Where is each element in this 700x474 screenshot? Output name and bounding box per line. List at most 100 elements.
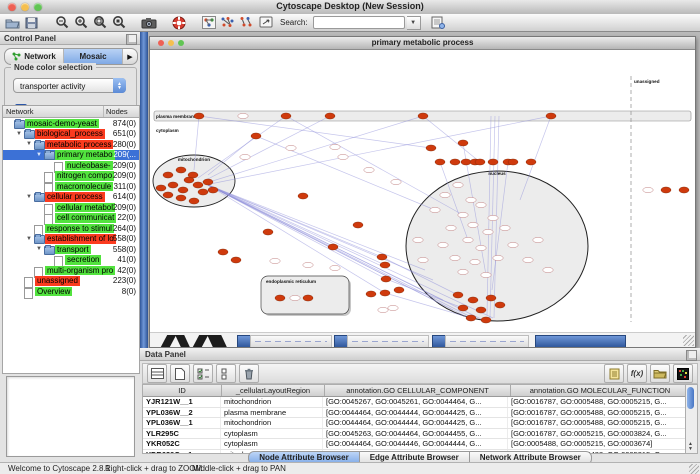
gene-node — [438, 242, 448, 247]
layout-2-button[interactable] — [238, 15, 255, 30]
attribute-browser-button[interactable] — [430, 15, 447, 30]
attribute-table: ID_cellularLayoutRegionannotation.GO CEL… — [142, 384, 689, 454]
minimized-window[interactable] — [250, 335, 332, 347]
tree-item[interactable]: nucleobase-209(0) — [3, 160, 139, 171]
gene-node — [238, 113, 248, 118]
save-button[interactable] — [23, 15, 40, 30]
expand-triangle-icon[interactable]: ▼ — [36, 246, 42, 253]
network-overview-button[interactable] — [200, 15, 217, 30]
tree-item[interactable]: ▼biological_process651(0) — [3, 129, 139, 140]
tree-item[interactable]: secretion41(0) — [3, 255, 139, 266]
expand-triangle-icon[interactable]: ▼ — [16, 131, 22, 138]
snapshot-button[interactable] — [140, 15, 157, 30]
tree-item[interactable]: response to stimul264(0) — [3, 223, 139, 234]
tree-item[interactable]: macromolecule311(0) — [3, 181, 139, 192]
import-table-icon — [609, 368, 620, 380]
tree-item[interactable]: ▼metabolic process280(0) — [3, 139, 139, 150]
window-resize-grip[interactable] — [683, 335, 694, 346]
import-table-button[interactable] — [604, 364, 624, 383]
tree-item[interactable]: nitrogen compo209(0) — [3, 171, 139, 182]
new-attribute-button[interactable] — [170, 364, 190, 383]
tree-item[interactable]: cellular metabol209(0) — [3, 202, 139, 213]
scrollbar-thumb[interactable] — [687, 387, 694, 409]
table-scrollbar[interactable]: ▲▼ — [685, 384, 698, 454]
unselect-attributes-button[interactable] — [216, 364, 236, 383]
expand-triangle-icon[interactable]: ▼ — [26, 194, 32, 201]
transporter-node — [298, 193, 308, 199]
network-graph[interactable]: plasma membranecytoplasmmitochondrionnuc… — [150, 50, 695, 333]
float-panel-icon[interactable] — [686, 350, 697, 361]
zoom-out-button[interactable] — [53, 15, 70, 30]
float-panel-icon[interactable] — [126, 34, 137, 45]
horizontal-scrollbar[interactable] — [535, 335, 626, 347]
help-button[interactable] — [170, 15, 187, 30]
tree-item[interactable]: cell communicat22(0) — [3, 213, 139, 224]
zoom-selected-button[interactable] — [110, 15, 127, 30]
tree-item-label: biological_process — [35, 129, 105, 139]
load-attributes-button[interactable] — [650, 364, 670, 383]
zoom-fit-button[interactable] — [91, 15, 108, 30]
transporter-node — [486, 295, 496, 301]
app-resize-grip[interactable] — [689, 464, 699, 474]
tab-network[interactable]: Network — [5, 49, 64, 64]
gene-node — [391, 179, 401, 184]
zoom-out-icon — [55, 16, 69, 29]
tree-item[interactable]: unassigned223(0) — [3, 276, 139, 287]
matrix-button[interactable] — [673, 364, 693, 383]
tree-item-node-count: 41(0) — [117, 255, 136, 265]
delete-attribute-button[interactable] — [239, 364, 259, 383]
minimized-window[interactable] — [347, 335, 429, 347]
column-header[interactable]: annotation.GO MOLECULAR_FUNCTION — [511, 385, 689, 396]
table-row[interactable]: YPL036W__2plasma membrane[GO:0044464, GO… — [143, 408, 688, 419]
tree-item-node-count: 223(0) — [113, 276, 136, 286]
minimized-window[interactable] — [445, 335, 529, 347]
open-button[interactable] — [4, 15, 21, 30]
column-header[interactable]: ID — [143, 385, 222, 396]
tree-item-label: response to stimul — [45, 224, 114, 234]
table-row[interactable]: YKR052Ccytoplasm[GO:0044464, GO:0044446,… — [143, 439, 688, 450]
control-panel-header: Control Panel — [0, 32, 140, 45]
tree-item[interactable]: mosaic-demo-yeast874(0) — [3, 118, 139, 129]
birds-eye-view-panel[interactable] — [6, 376, 135, 457]
table-row[interactable]: YPL036W__1mitochondrion[GO:0044464, GO:0… — [143, 418, 688, 429]
formula-button[interactable]: f(x) — [627, 364, 647, 383]
zoom-in-button[interactable] — [72, 15, 89, 30]
tree-column-nodes[interactable]: Nodes — [104, 106, 139, 117]
gene-node — [440, 192, 450, 197]
expand-triangle-icon[interactable]: ▼ — [36, 152, 42, 159]
minimized-window-icon[interactable] — [237, 335, 251, 347]
tab-mosaic[interactable]: Mosaic — [64, 49, 123, 64]
table-mode-button[interactable] — [147, 364, 167, 383]
network-window-titlebar[interactable]: primary metabolic process — [150, 37, 695, 50]
tree-item[interactable]: Overview8(0) — [3, 286, 139, 297]
layout-1-button[interactable] — [219, 15, 236, 30]
minimized-window-icon[interactable] — [334, 335, 348, 347]
table-row[interactable]: YJR121W__1mitochondrion[GO:0045267, GO:0… — [143, 397, 688, 408]
node-color-dropdown[interactable]: transporter activity ▲▼ — [13, 78, 126, 93]
unselect-attributes-icon — [221, 368, 231, 380]
attribute-table-header: ID_cellularLayoutRegionannotation.GO CEL… — [143, 385, 688, 397]
tree-item[interactable]: ▼primary metabo209(... — [3, 150, 139, 161]
gene-node — [463, 237, 473, 242]
expand-triangle-icon[interactable]: ▼ — [26, 141, 32, 148]
search-dropdown-button[interactable]: ▼ — [407, 16, 421, 30]
tree-item[interactable]: ▼establishment of lo558(0) — [3, 234, 139, 245]
expand-triangle-icon[interactable]: ▼ — [26, 236, 32, 243]
table-row[interactable]: YLR295Ccytoplasm[GO:0045263, GO:0044464,… — [143, 429, 688, 440]
search-input[interactable] — [313, 16, 405, 29]
table-cell: [GO:0005488, GO:0005215, GO:0003674] — [508, 439, 686, 449]
tree-item[interactable]: multi-organism pro42(0) — [3, 265, 139, 276]
column-header[interactable]: _cellularLayoutRegion — [222, 385, 325, 396]
select-attributes-button[interactable] — [193, 364, 213, 383]
tree-column-network[interactable]: Network — [3, 106, 104, 117]
tabs-overflow-button[interactable]: ▶ — [123, 49, 137, 64]
tree-item-node-count: 209(0) — [113, 171, 136, 181]
tree-item[interactable]: ▼cellular process614(0) — [3, 192, 139, 203]
vertical-splitter[interactable] — [140, 32, 148, 348]
save-icon — [25, 17, 38, 29]
column-header[interactable]: annotation.GO CELLULAR_COMPONENT — [325, 385, 511, 396]
network-canvas[interactable]: plasma membranecytoplasmmitochondrionnuc… — [150, 50, 695, 333]
tree-item[interactable]: ▼transport558(0) — [3, 244, 139, 255]
annotation-button[interactable] — [257, 15, 274, 30]
minimized-window-icon[interactable] — [432, 335, 446, 347]
